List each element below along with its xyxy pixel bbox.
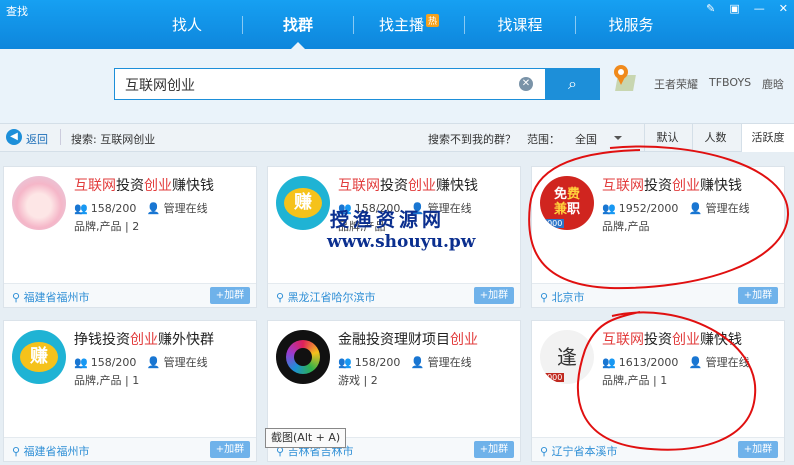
red-annotation-circle: [528, 145, 790, 290]
red-annotation-circle: [577, 311, 757, 451]
annotation-overlay: [528, 145, 790, 451]
screenshot-tooltip: 截图(Alt + A): [265, 428, 347, 448]
